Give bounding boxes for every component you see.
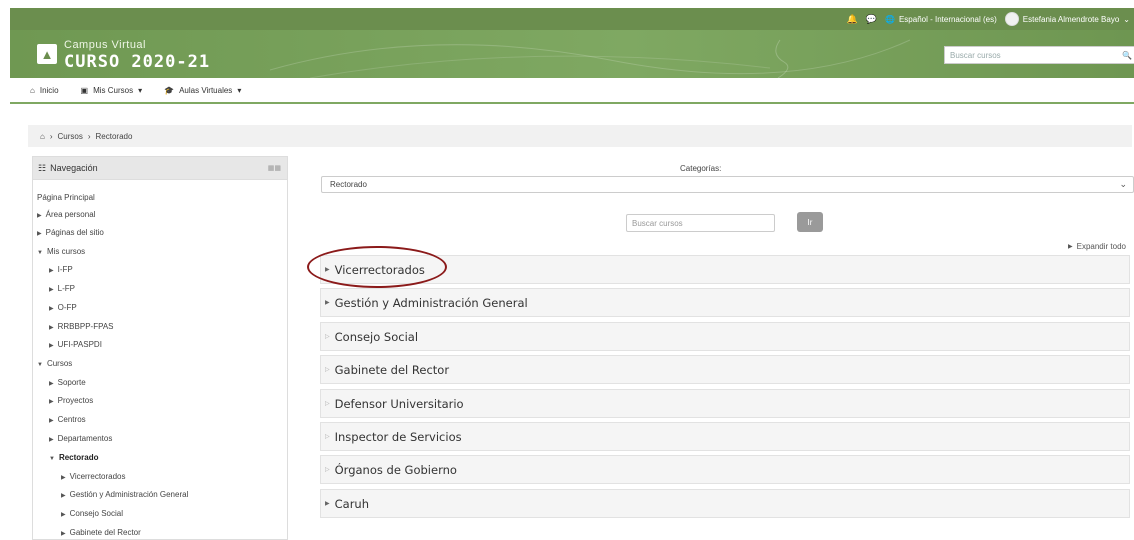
- nav-tree-item[interactable]: ▶ Departamentos: [49, 434, 112, 443]
- site-banner: ▲ Campus Virtual CURSO 2020-21 Buscar cu…: [10, 30, 1134, 78]
- breadcrumb-item-rectorado[interactable]: Rectorado: [96, 132, 133, 141]
- nav-home[interactable]: ⌂ Inicio: [30, 86, 59, 95]
- user-name: Estefania Almendrote Bayo: [1022, 14, 1120, 24]
- navigation-block-header: ☷ Navegación ▦▦: [32, 156, 288, 180]
- caret-right-icon: ▶: [49, 325, 54, 331]
- block-controls-icon[interactable]: ▦▦: [268, 164, 281, 172]
- breadcrumb-item-cursos[interactable]: Cursos: [58, 132, 83, 141]
- category-row[interactable]: ▷ Consejo Social: [320, 322, 1130, 351]
- nav-tree-item[interactable]: ▶ Consejo Social: [61, 509, 123, 518]
- caret-down-icon: ▼: [49, 456, 55, 462]
- nav-tree-item-active[interactable]: ▼ Rectorado: [49, 453, 99, 462]
- graduation-cap-icon: 🎓: [164, 85, 175, 95]
- caret-down-icon: ▼: [37, 250, 43, 256]
- home-icon: ⌂: [30, 85, 35, 95]
- caret-right-icon: ▷: [325, 366, 330, 373]
- caret-right-icon: ▶: [37, 213, 42, 219]
- top-bar: 🔔 💬 🌐 Español - Internacional (es) Estef…: [10, 8, 1134, 30]
- globe-icon: 🌐: [884, 14, 895, 24]
- caret-right-icon: ▶: [49, 268, 54, 274]
- category-row[interactable]: ▷ Defensor Universitario: [320, 389, 1130, 418]
- caret-right-icon: ▶: [49, 306, 54, 312]
- nav-virtual-classrooms[interactable]: 🎓 Aulas Virtuales ▾: [164, 86, 241, 95]
- nav-tree-item[interactable]: ▼ Mis cursos: [37, 247, 85, 256]
- caret-right-icon: ▶: [61, 512, 66, 518]
- bell-icon[interactable]: 🔔: [847, 14, 858, 25]
- category-row[interactable]: ▶ Gestión y Administración General: [320, 288, 1130, 317]
- nav-tree-item[interactable]: Página Principal: [37, 193, 95, 202]
- expand-all-link[interactable]: ▶ Expandir todo: [1068, 242, 1126, 251]
- sitemap-icon: ☷: [38, 162, 47, 173]
- nav-tree-item[interactable]: ▼ Cursos: [37, 359, 72, 368]
- nav-tree-item[interactable]: ▶ Proyectos: [49, 396, 93, 405]
- language-menu[interactable]: 🌐 Español - Internacional (es): [885, 15, 997, 24]
- home-icon[interactable]: ⌂: [40, 132, 45, 141]
- category-row[interactable]: ▷ Inspector de Servicios: [320, 422, 1130, 451]
- nav-tree-item[interactable]: ▶ L-FP: [49, 284, 75, 293]
- nav-tree-item[interactable]: ▶ Soporte: [49, 378, 86, 387]
- categories-label: Categorías:: [680, 164, 722, 173]
- chevron-down-icon: ⌄: [1123, 14, 1130, 24]
- category-row[interactable]: ▶ Caruh: [320, 489, 1130, 518]
- caret-right-icon: ▶: [49, 381, 54, 387]
- avatar: [1004, 12, 1019, 26]
- nav-tree-item[interactable]: ▶ RRBBPP-FPAS: [49, 322, 114, 331]
- caret-down-icon: ▼: [37, 362, 43, 368]
- navigation-block: Página Principal ▶ Área personal ▶ Páginas…: [32, 180, 288, 540]
- nav-tree-item[interactable]: ▶ Páginas del sitio: [37, 228, 104, 237]
- chevron-down-icon: ⌄: [1119, 179, 1127, 189]
- caret-right-icon: ▶: [49, 399, 54, 405]
- nav-tree-item[interactable]: ▶ UFI-PASPDI: [49, 340, 102, 349]
- language-label: Español - Internacional (es): [898, 14, 997, 24]
- breadcrumb: ⌂ › Cursos › Rectorado: [28, 125, 1132, 147]
- nav-tree-item[interactable]: ▶ Área personal: [37, 210, 95, 219]
- navigation-title: Navegación: [50, 163, 98, 173]
- caret-right-icon: ▶: [37, 231, 42, 237]
- caret-right-icon: ▶: [325, 299, 330, 306]
- category-row[interactable]: ▶ Vicerrectorados: [320, 255, 1130, 284]
- nav-tree-item[interactable]: ▶ Gestión y Administración General: [61, 490, 188, 499]
- caret-right-icon: ▶: [325, 266, 330, 273]
- nav-tree-item[interactable]: ▶ O-FP: [49, 303, 77, 312]
- caret-down-icon: ▾: [138, 85, 143, 95]
- caret-right-icon: ▶: [49, 437, 54, 443]
- caret-right-icon: ▶: [49, 343, 54, 349]
- caret-right-icon: ▷: [325, 466, 330, 473]
- caret-right-icon: ▷: [325, 333, 330, 340]
- main-navbar: ⌂ Inicio ▣ Mis Cursos ▾ 🎓 Aulas Virtuale…: [10, 78, 1134, 104]
- caret-right-icon: ▶: [61, 531, 66, 537]
- course-year: CURSO 2020-21: [64, 52, 211, 72]
- category-row[interactable]: ▷ Gabinete del Rector: [320, 355, 1130, 384]
- caret-right-icon: ▶: [49, 287, 54, 293]
- caret-right-icon: ▷: [325, 400, 330, 407]
- caret-right-icon: ▶: [61, 475, 66, 481]
- nav-tree-item[interactable]: ▶ Centros: [49, 415, 86, 424]
- caret-right-icon: ▶: [61, 493, 66, 499]
- nav-tree-item[interactable]: ▶ I-FP: [49, 265, 73, 274]
- caret-right-icon: ▶: [325, 500, 330, 507]
- category-select[interactable]: Rectorado ⌄: [321, 176, 1134, 193]
- caret-right-icon: ▷: [325, 433, 330, 440]
- nav-tree-item[interactable]: ▶ Vicerrectorados: [61, 472, 126, 481]
- caret-down-icon: ▾: [237, 85, 242, 95]
- user-menu[interactable]: Estefania Almendrote Bayo ⌄: [1004, 12, 1130, 26]
- category-row[interactable]: ▷ Órganos de Gobierno: [320, 455, 1130, 484]
- courses-icon: ▣: [80, 85, 89, 95]
- search-icon[interactable]: 🔍: [1122, 51, 1132, 60]
- nav-tree-item[interactable]: ▶ Gabinete del Rector: [61, 528, 141, 537]
- campus-title: Campus Virtual: [64, 39, 146, 51]
- chat-icon[interactable]: 💬: [866, 14, 877, 25]
- header-search-input[interactable]: Buscar cursos 🔍: [944, 46, 1134, 64]
- course-search-input[interactable]: Buscar cursos: [626, 214, 775, 232]
- caret-right-icon: ▶: [49, 418, 54, 424]
- campus-logo-icon[interactable]: ▲: [37, 44, 57, 64]
- caret-right-icon: ▶: [1068, 244, 1073, 250]
- nav-my-courses[interactable]: ▣ Mis Cursos ▾: [81, 86, 143, 95]
- go-button[interactable]: Ir: [797, 212, 823, 232]
